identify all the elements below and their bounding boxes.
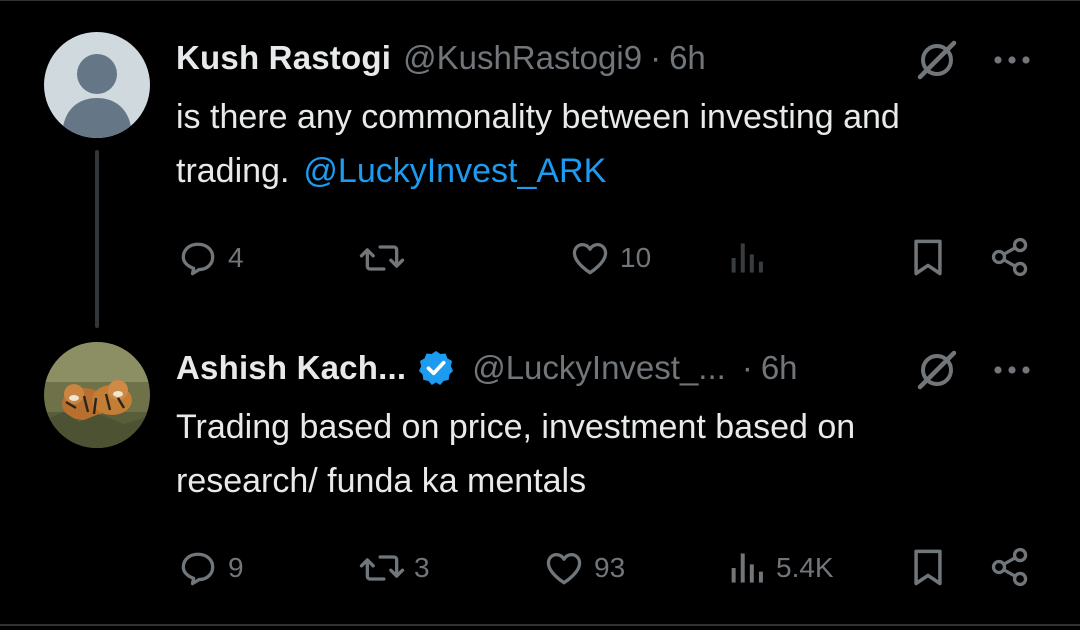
tweet-header: Ashish Kach... @LuckyInvest_... · 6h — [176, 348, 798, 388]
share-button[interactable] — [988, 234, 1032, 280]
more-icon[interactable] — [990, 50, 1034, 70]
bookmark-button[interactable] — [906, 544, 950, 590]
tweet-text: Trading based on price, investment based… — [176, 408, 856, 500]
grok-icon[interactable] — [914, 347, 960, 393]
reply-button[interactable]: 4 — [176, 236, 244, 280]
views-icon — [731, 243, 763, 273]
reply-icon — [181, 242, 215, 276]
tweet-text: is there any commonality between investi… — [176, 90, 1036, 198]
tiger-avatar[interactable] — [44, 342, 150, 448]
views-button[interactable] — [728, 236, 776, 280]
reply-count: 9 — [228, 552, 244, 583]
like-button[interactable]: 93 — [542, 546, 625, 590]
bookmark-icon — [914, 549, 942, 586]
share-icon — [991, 237, 1028, 277]
reply-icon — [181, 552, 215, 586]
grok-icon[interactable] — [914, 37, 960, 83]
author-name[interactable]: Kush Rastogi — [176, 39, 391, 77]
retweet-icon — [359, 245, 405, 271]
author-handle[interactable]: @KushRastogi9 — [403, 39, 642, 77]
like-button[interactable]: 10 — [568, 236, 651, 280]
views-button[interactable]: 5.4K — [728, 546, 834, 590]
reply-count: 4 — [228, 242, 244, 273]
retweet-count: 3 — [414, 552, 430, 583]
default-avatar-icon[interactable] — [44, 32, 150, 138]
thread-view: Kush Rastogi @KushRastogi9 · 6h is there… — [0, 0, 1080, 630]
share-button[interactable] — [988, 544, 1032, 590]
thread-connector — [95, 150, 99, 328]
author-name[interactable]: Ashish Kach... — [176, 349, 406, 387]
timestamp[interactable]: 6h — [669, 39, 706, 77]
tweet-header: Kush Rastogi @KushRastogi9 · 6h — [176, 38, 706, 78]
like-icon — [546, 552, 582, 585]
bookmark-button[interactable] — [906, 234, 950, 280]
more-icon[interactable] — [990, 360, 1034, 380]
mention-link[interactable]: @LuckyInvest_ARK — [303, 152, 606, 190]
timestamp[interactable]: 6h — [761, 349, 798, 387]
reply-button[interactable]: 9 — [176, 546, 244, 590]
author-handle[interactable]: @LuckyInvest_... — [472, 349, 726, 387]
retweet-button[interactable]: 3 — [358, 546, 430, 590]
bottom-divider — [0, 624, 1080, 626]
retweet-button[interactable] — [358, 236, 414, 280]
views-count: 5.4K — [776, 552, 834, 583]
top-divider — [0, 0, 1080, 1]
views-icon — [731, 553, 763, 583]
verified-badge-icon — [416, 348, 456, 388]
bookmark-icon — [914, 239, 942, 276]
retweet-icon — [359, 555, 405, 581]
separator-dot: · — [741, 349, 753, 386]
like-icon — [572, 242, 608, 275]
like-count: 10 — [620, 242, 652, 273]
share-icon — [991, 547, 1028, 587]
like-count: 93 — [594, 552, 626, 583]
separator-dot: · — [650, 39, 662, 76]
